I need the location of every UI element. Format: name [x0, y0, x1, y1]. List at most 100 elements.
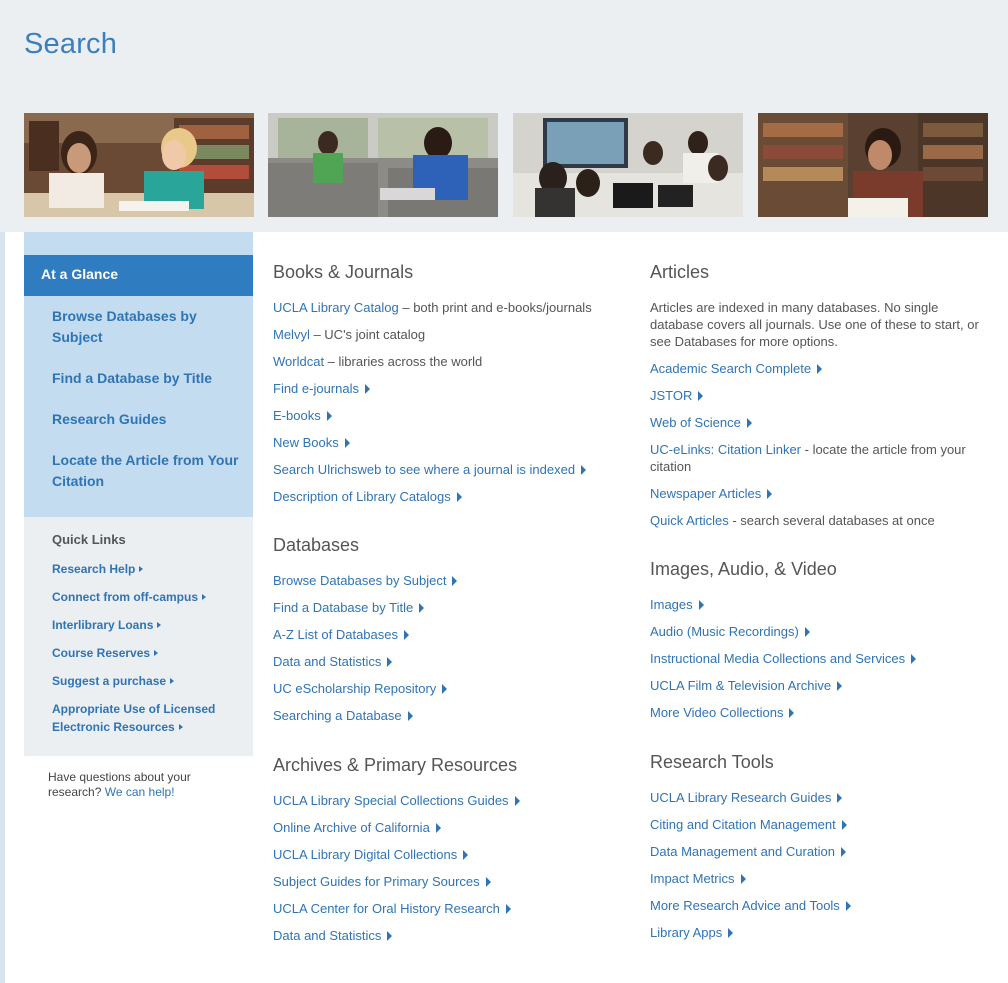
arrow-right-icon	[442, 684, 448, 694]
arrow-right-icon	[419, 603, 425, 613]
link-audio[interactable]: Audio (Music Recordings)	[650, 623, 990, 640]
sidebar-item-find-database[interactable]: Find a Database by Title	[52, 368, 247, 389]
articles-intro: Articles are indexed in many databases. …	[650, 300, 979, 349]
arrow-right-icon	[407, 711, 413, 721]
arrow-right-icon	[435, 823, 441, 833]
link-research-guides[interactable]: UCLA Library Research Guides	[650, 789, 990, 806]
link-browse-databases-subject[interactable]: Browse Databases by Subject	[273, 572, 458, 589]
section-title-articles: Articles	[650, 262, 710, 282]
link-data-management[interactable]: Data Management and Curation	[650, 843, 990, 860]
arrow-right-icon	[404, 630, 409, 640]
arrow-right-icon	[728, 928, 734, 938]
help-link[interactable]: We can help!	[105, 785, 175, 799]
list-item: UC-eLinks: Citation Linker - locate the …	[650, 441, 990, 475]
section-title-research-tools: Research Tools	[650, 752, 774, 772]
link-web-of-science[interactable]: Web of Science	[650, 414, 990, 431]
list-item: Quick Articles - search several database…	[650, 512, 990, 529]
list-item: Melvyl – UC's joint catalog	[273, 326, 425, 343]
link-search-ulrichsweb[interactable]: Search Ulrichsweb to see where a journal…	[273, 461, 587, 478]
quick-link-research-help[interactable]: Research Help	[52, 560, 242, 578]
item-description: – UC's joint catalog	[309, 327, 426, 342]
link-find-ejournals[interactable]: Find e-journals	[273, 380, 370, 397]
arrow-right-icon	[326, 411, 332, 421]
link-images[interactable]: Images	[650, 596, 990, 613]
quick-link-course-reserves[interactable]: Course Reserves	[52, 644, 242, 662]
quick-link-interlibrary-loans[interactable]: Interlibrary Loans	[52, 616, 242, 634]
arrow-right-icon	[365, 384, 370, 394]
link-melvyl[interactable]: Melvyl	[273, 327, 310, 342]
link-special-collections-guides[interactable]: UCLA Library Special Collections Guides	[273, 792, 520, 809]
link-quick-articles[interactable]: Quick Articles	[650, 513, 729, 528]
sidebar-item-browse-databases[interactable]: Browse Databases by Subject	[52, 306, 247, 348]
arrow-right-icon	[698, 391, 704, 401]
quick-link-appropriate-use[interactable]: Appropriate Use of Licensed Electronic R…	[52, 700, 242, 736]
arrow-right-icon	[698, 600, 704, 610]
arrow-right-icon	[452, 576, 458, 586]
link-impact-metrics[interactable]: Impact Metrics	[650, 870, 990, 887]
link-searching-database[interactable]: Searching a Database	[273, 707, 413, 724]
arrow-right-icon	[789, 708, 795, 718]
page-title: Search	[24, 28, 118, 60]
link-more-video[interactable]: More Video Collections	[650, 704, 990, 721]
arrow-right-icon	[514, 796, 520, 806]
link-escholarship[interactable]: UC eScholarship Repository	[273, 680, 448, 697]
arrow-right-icon	[202, 594, 207, 600]
arrow-right-icon	[139, 566, 144, 572]
link-online-archive-california[interactable]: Online Archive of California	[273, 819, 441, 836]
arrow-right-icon	[837, 681, 843, 691]
link-worldcat[interactable]: Worldcat	[273, 354, 324, 369]
link-ebooks[interactable]: E-books	[273, 407, 332, 424]
link-data-statistics[interactable]: Data and Statistics	[273, 653, 393, 670]
arrow-right-icon	[746, 418, 752, 428]
quick-links-heading: Quick Links	[52, 532, 126, 547]
sidebar-item-locate-article[interactable]: Locate the Article from Your Citation	[52, 450, 247, 492]
arrow-right-icon	[387, 931, 393, 941]
link-library-apps[interactable]: Library Apps	[650, 924, 990, 941]
link-ucla-library-catalog[interactable]: UCLA Library Catalog	[273, 300, 399, 315]
item-description: – both print and e-books/journals	[398, 300, 592, 315]
link-citation-management[interactable]: Citing and Citation Management	[650, 816, 990, 833]
link-find-database-title[interactable]: Find a Database by Title	[273, 599, 425, 616]
arrow-right-icon	[178, 724, 183, 730]
arrow-right-icon	[463, 850, 469, 860]
link-new-books[interactable]: New Books	[273, 434, 350, 451]
item-description: - search several databases at once	[728, 513, 935, 528]
sidebar-item-research-guides[interactable]: Research Guides	[52, 409, 247, 430]
section-title-archives: Archives & Primary Resources	[273, 755, 518, 775]
section-title-books-journals: Books & Journals	[273, 262, 414, 282]
list-item: Worldcat – libraries across the world	[273, 353, 482, 370]
arrow-right-icon	[387, 657, 393, 667]
arrow-right-icon	[157, 622, 162, 628]
arrow-right-icon	[845, 901, 851, 911]
arrow-right-icon	[740, 874, 746, 884]
arrow-right-icon	[344, 438, 350, 448]
link-jstor[interactable]: JSTOR	[650, 387, 990, 404]
list-item: UCLA Library Catalog – both print and e-…	[273, 299, 592, 316]
arrow-right-icon	[817, 364, 823, 374]
link-film-tv-archive[interactable]: UCLA Film & Television Archive	[650, 677, 990, 694]
arrow-right-icon	[485, 877, 491, 887]
link-oral-history[interactable]: UCLA Center for Oral History Research	[273, 900, 511, 917]
arrow-right-icon	[837, 793, 843, 803]
link-more-research-advice[interactable]: More Research Advice and Tools	[650, 897, 990, 914]
link-uc-elinks[interactable]: UC-eLinks: Citation Linker	[650, 442, 801, 457]
link-az-list-databases[interactable]: A-Z List of Databases	[273, 626, 409, 643]
link-instructional-media[interactable]: Instructional Media Collections and Serv…	[650, 650, 990, 667]
section-title-images-audio-video: Images, Audio, & Video	[650, 559, 837, 579]
photo-student-in-stacks	[758, 113, 988, 217]
item-description: – libraries across the world	[324, 354, 483, 369]
link-digital-collections[interactable]: UCLA Library Digital Collections	[273, 846, 469, 863]
arrow-right-icon	[767, 489, 773, 499]
arrow-right-icon	[505, 904, 511, 914]
link-academic-search-complete[interactable]: Academic Search Complete	[650, 360, 990, 377]
photo-students-studying	[24, 113, 254, 217]
arrow-right-icon	[841, 847, 847, 857]
link-archives-data-statistics[interactable]: Data and Statistics	[273, 927, 393, 944]
sidebar-item-at-a-glance[interactable]: At a Glance	[24, 255, 253, 296]
photo-students-lounge-laptop	[268, 113, 498, 217]
link-subject-guides-primary[interactable]: Subject Guides for Primary Sources	[273, 873, 491, 890]
quick-link-suggest-purchase[interactable]: Suggest a purchase	[52, 672, 242, 690]
quick-link-connect-off-campus[interactable]: Connect from off-campus	[52, 588, 242, 606]
link-newspaper-articles[interactable]: Newspaper Articles	[650, 485, 990, 502]
link-description-catalogs[interactable]: Description of Library Catalogs	[273, 488, 462, 505]
